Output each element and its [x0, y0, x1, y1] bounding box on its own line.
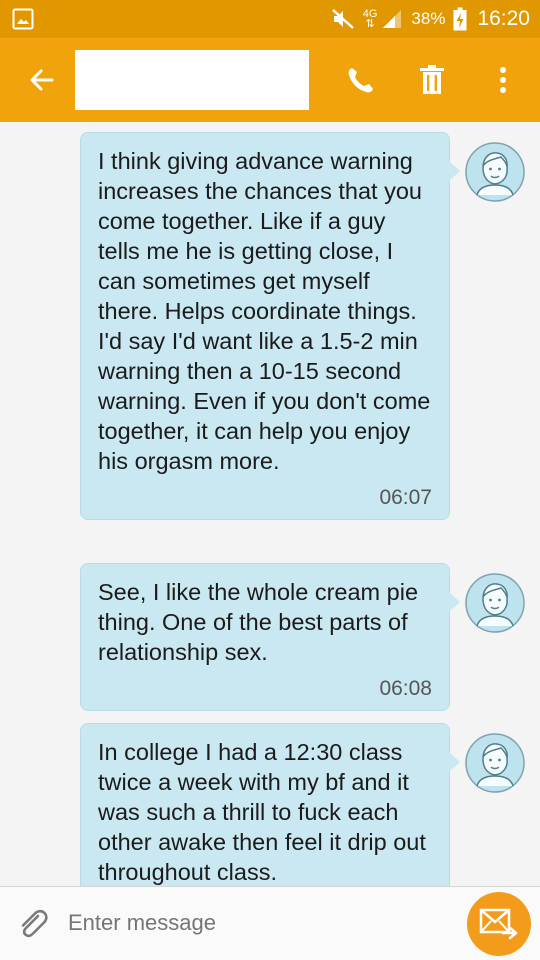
paperclip-icon[interactable] [16, 907, 50, 941]
contact-avatar-icon[interactable] [465, 142, 525, 202]
message-time: 06:07 [379, 486, 432, 509]
send-icon [479, 908, 518, 940]
message-bubble[interactable]: In college I had a 12:30 class twice a w… [80, 723, 460, 886]
message-bubble[interactable]: See, I like the whole cream pie thing. O… [80, 563, 460, 711]
contact-name[interactable] [75, 50, 309, 110]
status-time: 16:20 [477, 7, 530, 30]
more-vert-icon[interactable] [488, 62, 518, 98]
message-thread[interactable]: I think giving advance warning increases… [0, 122, 540, 886]
send-button[interactable] [467, 892, 531, 956]
message-composer [0, 886, 540, 960]
message-text: I think giving advance warning increases… [98, 148, 431, 474]
bubble-tail [449, 752, 460, 772]
trash-icon[interactable] [415, 62, 449, 98]
network-indicator: 4G ⇅ [363, 9, 378, 30]
mute-icon [331, 9, 354, 29]
network-arrows: ⇅ [365, 18, 375, 30]
app-bar [0, 38, 540, 122]
message-text: See, I like the whole cream pie thing. O… [98, 579, 419, 665]
phone-icon[interactable] [343, 62, 377, 98]
contact-avatar-icon[interactable] [465, 573, 525, 633]
back-arrow-icon[interactable] [26, 64, 58, 96]
bubble-tail [449, 161, 460, 181]
message-text: In college I had a 12:30 class twice a w… [98, 739, 426, 885]
gallery-icon [12, 8, 34, 30]
status-bar: 4G ⇅ 38% 16:20 [0, 0, 540, 38]
contact-avatar-icon[interactable] [465, 733, 525, 793]
message-input[interactable] [68, 897, 448, 949]
battery-percent: 38% [411, 9, 446, 28]
message-time: 06:08 [379, 677, 432, 700]
battery-charging-icon [453, 7, 467, 31]
bubble-tail [449, 592, 460, 612]
signal-icon [383, 10, 402, 28]
message-bubble[interactable]: I think giving advance warning increases… [80, 132, 460, 520]
